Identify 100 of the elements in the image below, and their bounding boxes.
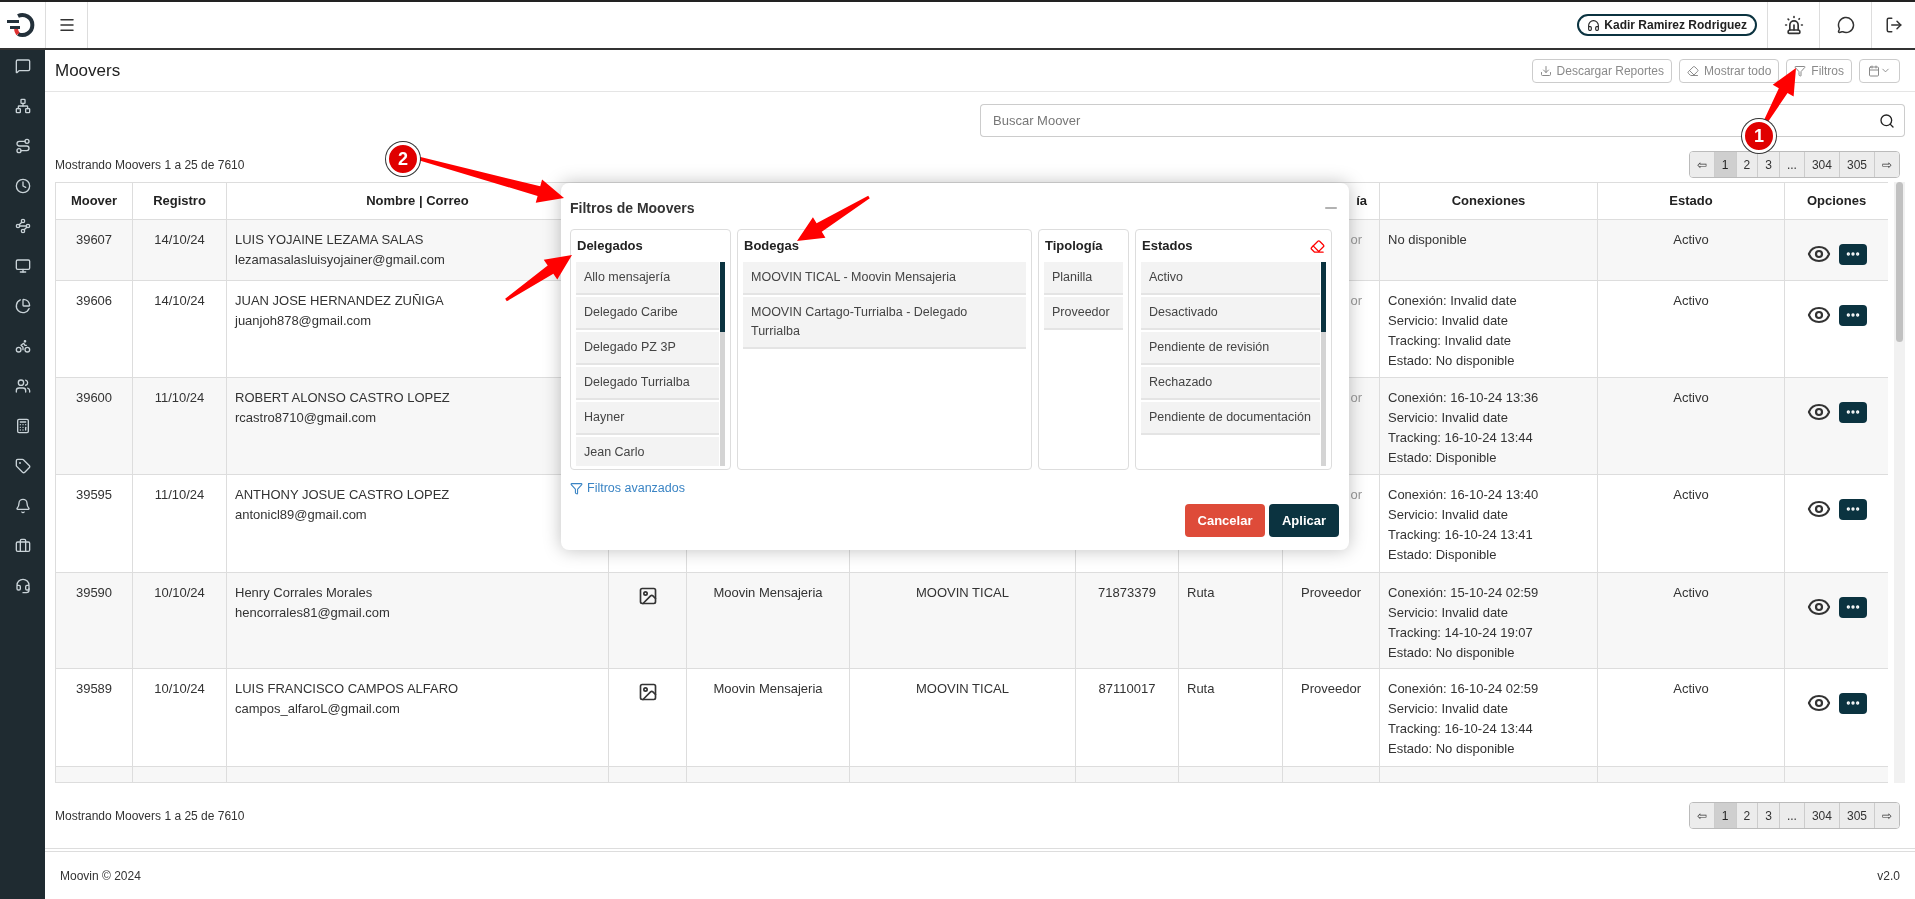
table-cell: 10/10/24 <box>154 585 205 600</box>
chat-icon[interactable] <box>1836 16 1855 34</box>
connection-line: Tracking: 16-10-24 13:41 <box>1388 526 1534 544</box>
briefcase-icon[interactable] <box>14 538 31 554</box>
tag-icon[interactable] <box>14 458 31 474</box>
filter-option[interactable]: Delegado PZ 3P <box>576 332 719 365</box>
connection-line: Conexión: 16-10-24 13:36 <box>1388 389 1540 407</box>
table-cell: MOOVIN TICAL <box>916 681 1009 696</box>
connection-line: No disponible <box>1388 231 1468 249</box>
connection-line: Servicio: Invalid date <box>1388 700 1509 718</box>
users-icon[interactable] <box>14 378 31 394</box>
filter-option[interactable]: Hayner <box>576 402 719 435</box>
moover-name: LUIS FRANCISCO CAMPOS ALFARO <box>235 680 459 698</box>
page-button[interactable]: ⇦ <box>1689 152 1715 177</box>
headset-icon[interactable] <box>14 578 31 594</box>
bell-icon[interactable] <box>14 498 31 514</box>
connection-line: Estado: No disponible <box>1388 740 1516 758</box>
table-cell: Proveedor <box>1301 585 1361 600</box>
filter-option[interactable]: Activo <box>1141 262 1320 295</box>
table-cell: or <box>1350 232 1362 247</box>
copyright-text: Moovin © 2024 <box>60 867 141 885</box>
status-text: Activo <box>1673 487 1709 502</box>
filter-option[interactable]: MOOVIN TICAL - Moovin Mensajeria <box>743 262 1026 295</box>
connection-line: Tracking: 14-10-24 19:07 <box>1388 624 1534 642</box>
more-button[interactable] <box>1838 596 1867 618</box>
filter-option[interactable]: Desactivado <box>1141 297 1320 330</box>
table-cell: 10/10/24 <box>154 681 205 696</box>
more-button[interactable] <box>1838 401 1867 423</box>
user-button[interactable]: Kadir Ramirez Rodriguez <box>1577 14 1757 36</box>
menu-icon[interactable] <box>57 16 76 34</box>
siren-icon[interactable] <box>1783 15 1804 35</box>
column-header: Estado <box>1597 182 1785 220</box>
table-cell: Moovin Mensajeria <box>713 585 823 600</box>
page-button[interactable]: 304 <box>1804 152 1840 177</box>
cancel-button[interactable]: Cancelar <box>1185 504 1265 537</box>
filter-option[interactable]: Delegado Turrialba <box>576 367 719 400</box>
page-button[interactable]: 305 <box>1839 152 1875 177</box>
page-button[interactable]: ⇨ <box>1875 152 1899 177</box>
table-cell: or <box>1350 390 1362 405</box>
calendar-icon <box>1868 64 1880 77</box>
calculator-icon[interactable] <box>14 418 31 434</box>
filter-option[interactable]: Allo mensajería <box>576 262 719 295</box>
filter-option[interactable]: Jean Carlo <box>576 437 719 466</box>
moover-name: Henry Corrales Morales <box>235 584 373 602</box>
network-icon[interactable] <box>14 98 31 114</box>
pie-chart-icon[interactable] <box>14 298 31 314</box>
page-button[interactable]: ⇨ <box>1875 803 1899 828</box>
page-button[interactable]: 2 <box>1736 803 1759 828</box>
monitor-icon[interactable] <box>14 258 31 274</box>
moover-email: juanjoh878@gmail.com <box>235 312 372 330</box>
page-button[interactable]: ⇦ <box>1689 803 1715 828</box>
apply-button[interactable]: Aplicar <box>1269 504 1339 537</box>
toolbar-button[interactable]: Descargar Reportes <box>1531 58 1672 83</box>
filter-option[interactable]: Pendiente de documentación <box>1141 402 1320 435</box>
connection-line: Tracking: 16-10-24 13:44 <box>1388 720 1534 738</box>
moover-email: lezamasalasluisyojainer@gmail.com <box>235 251 445 269</box>
page-button[interactable]: ... <box>1779 152 1805 177</box>
scrollbar[interactable] <box>1321 262 1326 466</box>
page-button[interactable]: 3 <box>1758 152 1780 177</box>
filter-option[interactable]: Proveedor <box>1044 297 1123 330</box>
filter-option[interactable]: Pendiente de revisión <box>1141 332 1320 365</box>
panel-title: Delegados <box>577 237 643 256</box>
more-button[interactable] <box>1838 304 1867 326</box>
advanced-filters-link[interactable]: Filtros avanzados <box>570 478 685 498</box>
page-button[interactable]: 3 <box>1758 803 1780 828</box>
table-cell: Ruta <box>1187 585 1215 600</box>
page-button[interactable]: 2 <box>1736 152 1759 177</box>
image-icon[interactable] <box>637 585 658 606</box>
filter-option[interactable]: MOOVIN Cartago-Turrialba - Delegado Turrialba <box>743 297 1026 349</box>
column-header: Opciones <box>1784 182 1888 220</box>
page-button[interactable]: 1 <box>1714 152 1737 177</box>
scrollbar[interactable] <box>1894 182 1905 783</box>
page-button[interactable]: 304 <box>1804 803 1840 828</box>
results-summary: Mostrando Moovers 1 a 25 de 7610 <box>55 807 245 825</box>
waypoints-icon[interactable] <box>14 218 31 234</box>
eraser-icon[interactable] <box>1310 238 1325 254</box>
status-text: Activo <box>1673 232 1709 247</box>
filter-option[interactable]: Rechazado <box>1141 367 1320 400</box>
page-button[interactable]: 305 <box>1839 803 1875 828</box>
moover-email: antonicl89@gmail.com <box>235 506 367 524</box>
filter-option[interactable]: Planilla <box>1044 262 1123 295</box>
page-button[interactable]: ... <box>1779 803 1805 828</box>
more-button[interactable] <box>1838 692 1867 714</box>
moover-email: rcastro8710@gmail.com <box>235 409 377 427</box>
filter-icon <box>1794 64 1807 77</box>
route-icon[interactable] <box>14 138 31 154</box>
more-button[interactable] <box>1838 243 1867 265</box>
bike-icon[interactable] <box>14 338 31 354</box>
clock-icon[interactable] <box>14 178 31 194</box>
connection-line: Tracking: Invalid date <box>1388 332 1513 350</box>
logout-icon[interactable] <box>1884 16 1903 34</box>
filter-option[interactable]: Delegado Caribe <box>576 297 719 330</box>
scrollbar[interactable] <box>720 262 725 466</box>
page-button[interactable]: 1 <box>1714 803 1737 828</box>
annotation-arrow <box>505 255 572 302</box>
table-cell: MOOVIN TICAL <box>916 585 1009 600</box>
panel-title: Tipología <box>1045 237 1103 256</box>
more-button[interactable] <box>1838 498 1867 520</box>
toolbar-button[interactable]: Mostrar todo <box>1678 58 1780 83</box>
image-icon[interactable] <box>637 681 658 702</box>
